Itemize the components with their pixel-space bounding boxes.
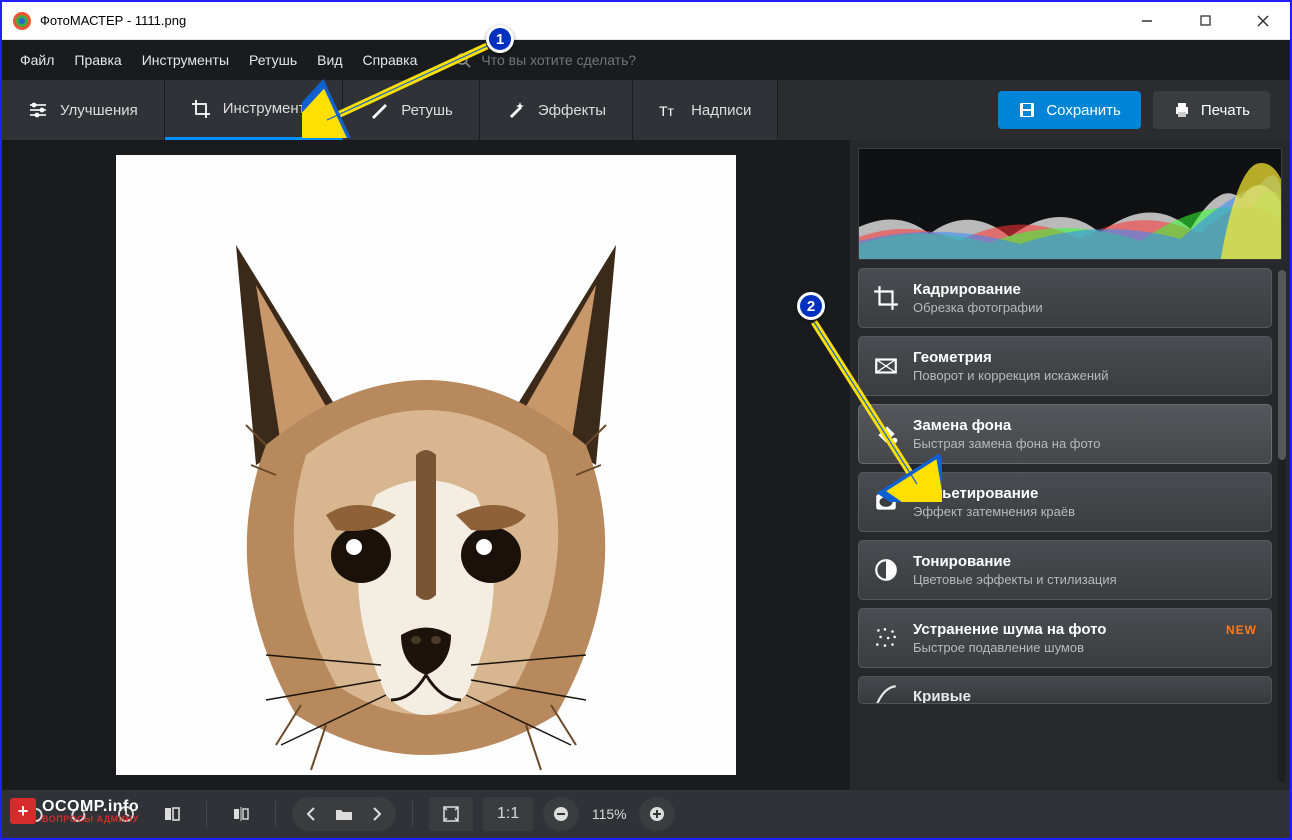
- geometry-icon: [873, 353, 899, 379]
- tone-icon: [873, 557, 899, 583]
- sidebar-scrollbar[interactable]: [1278, 270, 1286, 782]
- bucket-icon: [873, 421, 899, 447]
- tool-replace-bg[interactable]: Замена фона Быстрая замена фона на фото: [858, 404, 1272, 464]
- print-button[interactable]: Печать: [1153, 91, 1270, 129]
- tool-geometry[interactable]: Геометрия Поворот и коррекция искажений: [858, 336, 1272, 396]
- menubar: Файл Правка Инструменты Ретушь Вид Справ…: [2, 40, 1290, 80]
- print-label: Печать: [1201, 102, 1250, 119]
- flip-button[interactable]: [223, 797, 259, 831]
- brush-icon: [369, 100, 389, 120]
- floppy-icon: [1018, 101, 1036, 119]
- search-icon: [455, 52, 471, 68]
- tool-desc: Эффект затемнения краёв: [913, 504, 1075, 519]
- watermark-icon: +: [10, 798, 36, 824]
- tool-desc: Поворот и коррекция искажений: [913, 368, 1109, 383]
- zoom-value: 115%: [585, 806, 633, 822]
- canvas-image: [116, 155, 736, 775]
- tool-title: Кадрирование: [913, 281, 1043, 298]
- zoom-in-button[interactable]: [639, 797, 675, 831]
- badge-new: NEW: [1226, 623, 1257, 637]
- statusbar: 1:1 115%: [2, 790, 1290, 838]
- tool-toning[interactable]: Тонирование Цветовые эффекты и стилизаци…: [858, 540, 1272, 600]
- wand-icon: [506, 100, 526, 120]
- tool-title: Устранение шума на фото: [913, 621, 1106, 638]
- menu-tools[interactable]: Инструменты: [142, 52, 229, 68]
- nav-pill: [292, 797, 396, 831]
- sliders-icon: [28, 100, 48, 120]
- minimize-button[interactable]: [1126, 6, 1168, 36]
- tool-desc: Быстрая замена фона на фото: [913, 436, 1100, 451]
- tool-title: Геометрия: [913, 349, 1109, 366]
- zoom-out-button[interactable]: [543, 797, 579, 831]
- save-button[interactable]: Сохранить: [998, 91, 1141, 129]
- printer-icon: [1173, 101, 1191, 119]
- menu-edit[interactable]: Правка: [74, 52, 121, 68]
- window-title: ФотоМАСТЕР - 1111.png: [40, 13, 1126, 28]
- search-box[interactable]: [455, 52, 741, 68]
- tab-text[interactable]: Tᴛ Надписи: [633, 80, 778, 140]
- tool-list: Кадрирование Обрезка фотографии Геометри…: [858, 268, 1282, 782]
- nav-prev-button[interactable]: [302, 797, 320, 831]
- tool-denoise[interactable]: Устранение шума на фото Быстрое подавлен…: [858, 608, 1272, 668]
- histogram[interactable]: [858, 148, 1282, 260]
- ratio-button[interactable]: 1:1: [483, 797, 533, 831]
- crop-icon: [873, 285, 899, 311]
- noise-icon: [873, 625, 899, 651]
- tab-retouch[interactable]: Ретушь: [343, 80, 480, 140]
- tab-effects[interactable]: Эффекты: [480, 80, 633, 140]
- watermark-line2: ВОПРОСЫ АДМИНУ: [42, 815, 139, 824]
- annotation-callout-1: 1: [486, 25, 514, 53]
- text-icon: Tᴛ: [659, 100, 679, 120]
- titlebar: ФотоМАСТЕР - 1111.png: [2, 2, 1290, 40]
- tool-title: Виньетирование: [913, 485, 1075, 502]
- scrollbar-thumb[interactable]: [1278, 270, 1286, 460]
- watermark-line1: OCOMP.info: [42, 799, 139, 815]
- annotation-callout-2: 2: [797, 292, 825, 320]
- tool-desc: Быстрое подавление шумов: [913, 640, 1106, 655]
- save-label: Сохранить: [1046, 102, 1121, 119]
- tool-desc: Обрезка фотографии: [913, 300, 1043, 315]
- watermark: + OCOMP.info ВОПРОСЫ АДМИНУ: [10, 798, 139, 824]
- search-input[interactable]: [481, 52, 741, 68]
- open-folder-button[interactable]: [334, 797, 354, 831]
- tab-label: Эффекты: [538, 102, 606, 119]
- nav-next-button[interactable]: [368, 797, 386, 831]
- menu-file[interactable]: Файл: [20, 52, 54, 68]
- crop-icon: [191, 99, 211, 119]
- tool-desc: Цветовые эффекты и стилизация: [913, 572, 1117, 587]
- tool-curves[interactable]: Кривые: [858, 676, 1272, 704]
- compare-button[interactable]: [154, 797, 190, 831]
- tab-tools[interactable]: Инструменты: [165, 80, 344, 140]
- tab-label: Ретушь: [401, 102, 453, 119]
- tab-label: Надписи: [691, 102, 751, 119]
- tool-title: Кривые: [913, 688, 971, 705]
- fit-screen-button[interactable]: [429, 797, 473, 831]
- tool-vignette[interactable]: Виньетирование Эффект затемнения краёв: [858, 472, 1272, 532]
- tool-title: Тонирование: [913, 553, 1117, 570]
- svg-text:Tᴛ: Tᴛ: [659, 103, 675, 119]
- menu-retouch[interactable]: Ретушь: [249, 52, 297, 68]
- tab-label: Улучшения: [60, 102, 138, 119]
- main-area: Кадрирование Обрезка фотографии Геометри…: [2, 140, 1290, 790]
- tool-title: Замена фона: [913, 417, 1100, 434]
- canvas-area: [2, 140, 850, 790]
- close-button[interactable]: [1242, 6, 1284, 36]
- app-icon: [12, 11, 32, 31]
- tab-enhance[interactable]: Улучшения: [2, 80, 165, 140]
- vignette-icon: [873, 489, 899, 515]
- tab-label: Инструменты: [223, 100, 317, 117]
- curves-icon: [873, 683, 899, 704]
- canvas[interactable]: [116, 155, 736, 775]
- menu-help[interactable]: Справка: [362, 52, 417, 68]
- tool-crop[interactable]: Кадрирование Обрезка фотографии: [858, 268, 1272, 328]
- toolbar: Улучшения Инструменты Ретушь Эффекты Tᴛ …: [2, 80, 1290, 140]
- menu-view[interactable]: Вид: [317, 52, 342, 68]
- maximize-button[interactable]: [1184, 6, 1226, 36]
- sidebar: Кадрирование Обрезка фотографии Геометри…: [850, 140, 1290, 790]
